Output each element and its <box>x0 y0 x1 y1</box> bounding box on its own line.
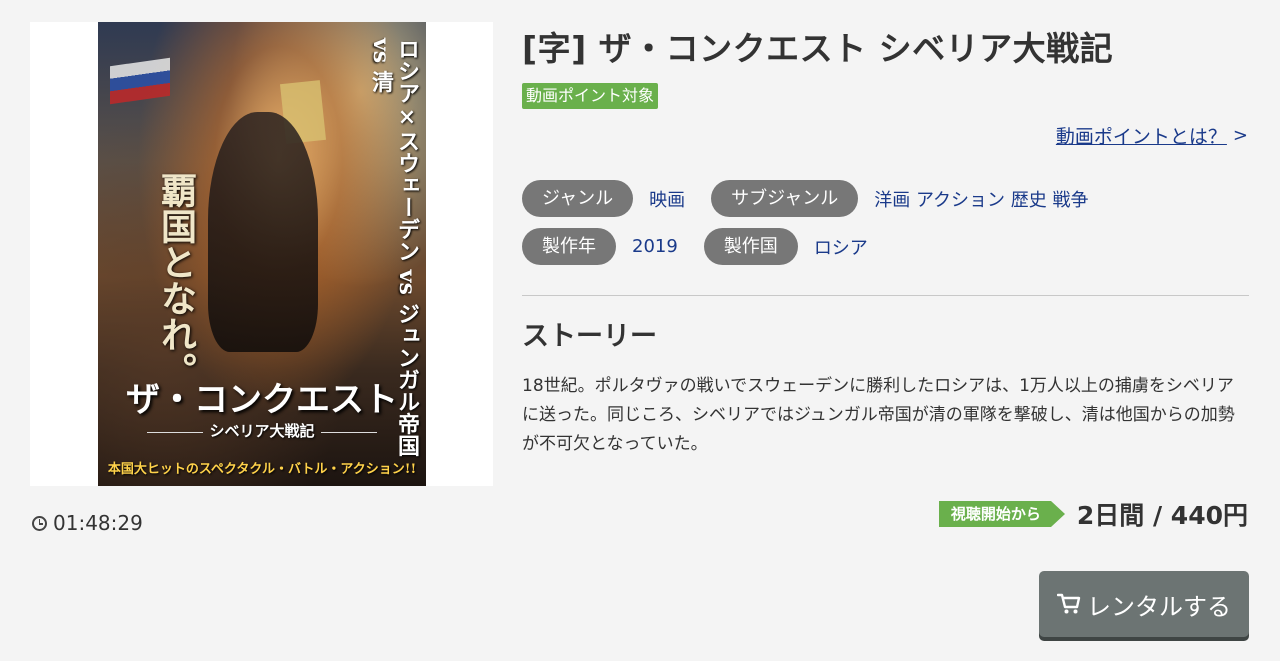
rent-button-label: レンタルする <box>1087 592 1231 621</box>
rental-price: 2日間 / 440円 <box>1076 501 1248 530</box>
cart-icon <box>1057 593 1081 614</box>
subgenre-link-western[interactable]: 洋画 <box>874 190 910 211</box>
poster-subtitle-text: シベリア大戦記 <box>209 422 315 440</box>
duration: 01:48:29 <box>32 510 143 536</box>
duration-value: 01:48:29 <box>53 511 143 535</box>
story-text: 18世紀。ポルタヴァの戦いでスウェーデンに勝利したロシアは、1万人以上の捕虜をシ… <box>522 376 1235 454</box>
divider <box>522 295 1249 296</box>
subgenre-link-history[interactable]: 歴史 <box>1011 190 1047 211</box>
genre-link[interactable]: 映画 <box>649 186 685 212</box>
video-point-badge: 動画ポイント対象 <box>522 83 659 109</box>
poster-frame: ロシア×スウェーデン vs ジュンガル帝国 vs 清 覇国となれ。 ザ・コンクエ… <box>30 22 493 486</box>
poster-tagline: 本国大ヒットのスペクタクル・バトル・アクション!! <box>107 462 417 477</box>
clock-icon <box>32 515 47 531</box>
poster-flag-art <box>110 57 170 105</box>
subgenre-list: 洋画 アクション 歴史 戦争 <box>874 186 1088 212</box>
year-label-pill: 製作年 <box>522 228 616 265</box>
chevron-right-icon: > <box>1232 125 1248 146</box>
year-link[interactable]: 2019 <box>632 236 678 257</box>
video-point-info-label: 動画ポイントとは？ <box>1055 126 1227 148</box>
viewing-period-badge: 視聴開始から <box>938 501 1065 527</box>
story-heading: ストーリー <box>522 321 657 352</box>
country-link[interactable]: ロシア <box>814 234 868 260</box>
subgenre-link-action[interactable]: アクション <box>916 190 1005 211</box>
rent-button[interactable]: レンタルする <box>1039 571 1249 637</box>
poster-figure-art <box>208 112 318 352</box>
genre-label-pill: ジャンル <box>522 180 634 217</box>
poster-catchphrase: 覇国となれ。 <box>155 172 197 388</box>
price-row: 視聴開始から 2日間 / 440円 <box>938 496 1248 532</box>
subgenre-link-war[interactable]: 戦争 <box>1053 190 1089 211</box>
poster-subtitle: シベリア大戦記 <box>98 420 426 441</box>
page-title: [字] ザ・コンクエスト シベリア大戦記 <box>522 29 1114 68</box>
meta-row-genre: ジャンル 映画 サブジャンル 洋画 アクション 歴史 戦争 <box>522 180 1089 217</box>
movie-poster: ロシア×スウェーデン vs ジュンガル帝国 vs 清 覇国となれ。 ザ・コンクエ… <box>98 22 426 486</box>
poster-title: ザ・コンクエスト <box>126 380 398 420</box>
video-point-info-link[interactable]: 動画ポイントとは？ > <box>1056 122 1248 149</box>
meta-row-year-country: 製作年 2019 製作国 ロシア <box>522 228 868 265</box>
country-label-pill: 製作国 <box>703 228 798 265</box>
subgenre-label-pill: サブジャンル <box>711 180 859 217</box>
